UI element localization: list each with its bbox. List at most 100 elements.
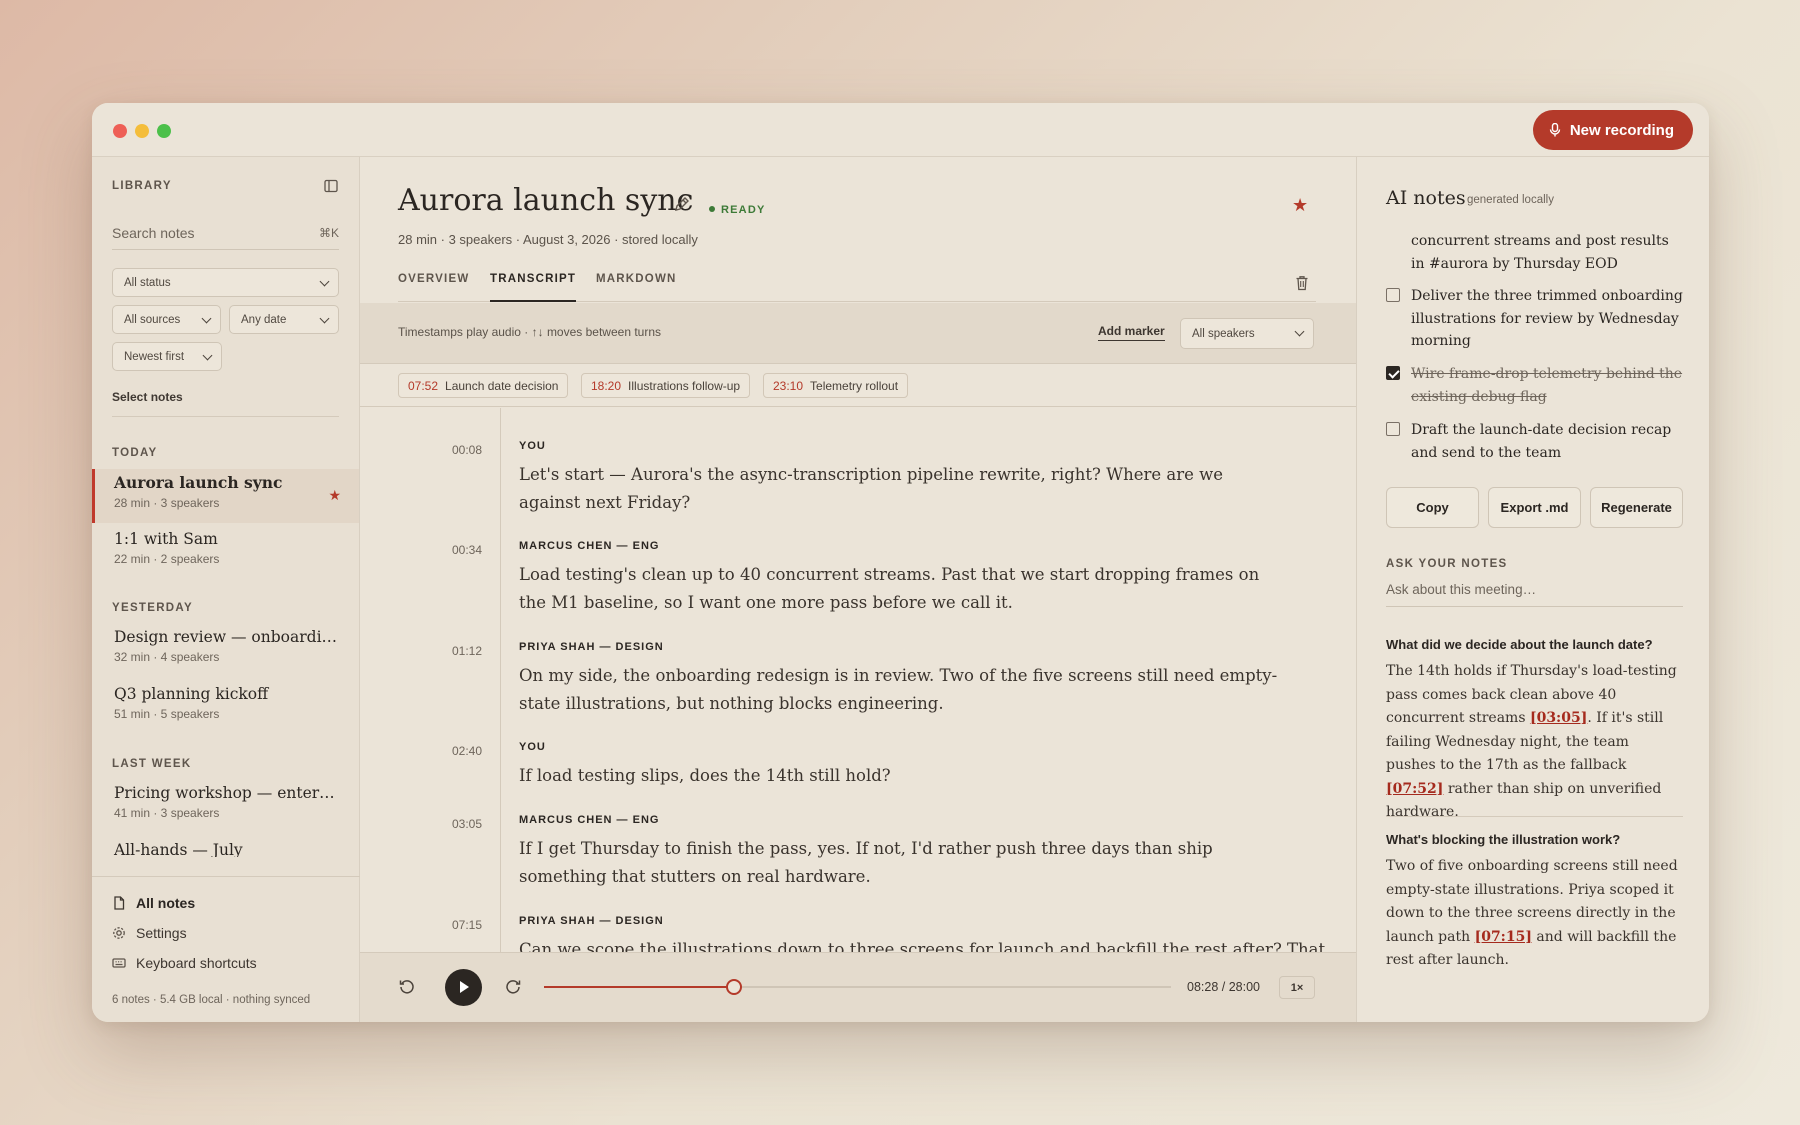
ask-notes-label: ASK YOUR NOTES — [1386, 558, 1508, 570]
status-filter-select[interactable]: All status — [112, 268, 339, 297]
group-label-today: TODAY — [112, 447, 158, 459]
note-title: All-hands — July — [114, 841, 243, 857]
citation-link[interactable]: [03:05] — [1530, 710, 1587, 726]
main-panel: Aurora launch sync READY ★ 28 min · 3 sp… — [360, 157, 1356, 1022]
page-title: Aurora launch sync — [398, 183, 694, 218]
sort-select[interactable]: Newest first — [112, 342, 222, 371]
close-window-button[interactable] — [113, 124, 127, 138]
turn-text: Can we scope the illustrations down to t… — [519, 940, 1326, 952]
turn-timestamp[interactable]: 00:08 — [430, 443, 482, 457]
scrubber-handle[interactable] — [725, 979, 742, 995]
note-meta: 32 min · 4 speakers — [114, 650, 220, 664]
marker-chip[interactable]: 07:52 Launch date decision — [398, 373, 569, 398]
turn-speaker: MARCUS CHEN — ENG — [519, 814, 660, 826]
note-title: Pricing workshop — enter… — [114, 784, 335, 802]
tab-transcript[interactable]: TRANSCRIPT — [490, 273, 577, 302]
action-item-text: Draft the launch-date decision recap and… — [1411, 422, 1672, 461]
turn-text: On my side, the onboarding redesign is i… — [519, 666, 1278, 713]
marker-time: 23:10 — [773, 378, 804, 393]
trash-icon[interactable] — [1295, 275, 1309, 291]
select-notes-button[interactable]: Select notes — [112, 390, 183, 404]
marker-label: Telemetry rollout — [810, 378, 899, 393]
action-item-checkbox[interactable] — [1386, 422, 1400, 436]
speaker-filter-value: All speakers — [1192, 327, 1255, 340]
note-title: Design review — onboardi… — [114, 628, 338, 646]
playback-scrubber[interactable] — [544, 979, 1171, 995]
sources-filter-select[interactable]: All sources — [112, 305, 221, 334]
microphone-icon — [1549, 123, 1561, 137]
citation-link[interactable]: [07:52] — [1386, 781, 1443, 797]
regenerate-button[interactable]: Regenerate — [1590, 487, 1683, 528]
keyboard-icon — [112, 958, 126, 968]
sources-filter-value: All sources — [124, 313, 181, 326]
qa-question: What's blocking the illustration work? — [1386, 832, 1621, 847]
date-filter-select[interactable]: Any date — [229, 305, 339, 334]
search-input[interactable]: Search notes ⌘K — [112, 217, 339, 250]
pencil-icon[interactable] — [673, 195, 691, 213]
turn-text: Let's start — Aurora's the async-transcr… — [519, 465, 1223, 512]
note-item-all-hands-july[interactable]: All-hands — July — [92, 837, 359, 857]
add-marker-button[interactable]: Add marker — [1098, 324, 1165, 341]
marker-time: 07:52 — [408, 378, 439, 393]
all-notes-link[interactable]: All notes — [112, 895, 195, 911]
storage-status: 6 notes · 5.4 GB local · nothing synced — [112, 994, 311, 1006]
playback-progress — [544, 986, 734, 988]
action-item-checkbox[interactable] — [1386, 288, 1400, 302]
keyboard-shortcuts-link[interactable]: Keyboard shortcuts — [112, 955, 257, 971]
zoom-window-button[interactable] — [157, 124, 171, 138]
recording-meta: 28 min · 3 speakers · August 3, 2026 · s… — [398, 232, 698, 247]
marker-chip[interactable]: 23:10 Telemetry rollout — [763, 373, 909, 398]
note-item-q3-planning-kickoff[interactable]: Q3 planning kickoff 51 min · 5 speakers — [92, 681, 359, 735]
new-recording-button[interactable]: New recording — [1532, 110, 1693, 150]
note-item-aurora-launch-sync[interactable]: Aurora launch sync 28 min · 3 speakers ★ — [92, 469, 359, 523]
audio-player: 08:28 / 28:00 1× — [360, 952, 1356, 1022]
star-icon: ★ — [328, 487, 341, 503]
note-meta: 22 min · 2 speakers — [114, 552, 220, 566]
transcript-toolbar: Timestamps play audio · ↑↓ moves between… — [360, 303, 1356, 364]
tab-bar: OVERVIEW TRANSCRIPT MARKDOWN — [398, 265, 1316, 302]
title-bar: New recording — [92, 103, 1709, 157]
turn-timestamp[interactable]: 00:34 — [430, 543, 482, 557]
ai-notes-title: AI notes — [1386, 187, 1466, 209]
document-icon — [114, 896, 125, 910]
ask-notes-input[interactable]: Ask about this meeting… — [1386, 577, 1683, 607]
search-shortcut: ⌘K — [318, 226, 339, 240]
all-notes-label: All notes — [136, 895, 196, 911]
speaker-filter-select[interactable]: All speakers — [1180, 318, 1314, 349]
export-md-button[interactable]: Export .md — [1488, 487, 1581, 528]
sidebar-toggle-icon[interactable] — [324, 179, 338, 193]
marker-time: 18:20 — [591, 378, 622, 393]
action-item-checkbox[interactable] — [1386, 366, 1400, 380]
note-item-design-review[interactable]: Design review — onboardi… 32 min · 4 spe… — [92, 624, 359, 678]
playback-speed-button[interactable]: 1× — [1279, 976, 1315, 999]
turn-timestamp[interactable]: 07:15 — [430, 918, 482, 932]
turn-timestamp[interactable]: 02:40 — [430, 744, 482, 758]
forward-icon[interactable] — [504, 978, 522, 996]
group-label-yesterday: YESTERDAY — [112, 602, 193, 614]
minimize-window-button[interactable] — [135, 124, 149, 138]
turn-timestamp[interactable]: 01:12 — [430, 644, 482, 658]
note-item-pricing-workshop[interactable]: Pricing workshop — enter… 41 min · 3 spe… — [92, 780, 359, 834]
action-item-text: concurrent streams and post results in #… — [1411, 233, 1669, 272]
note-item-1-1-with-sam[interactable]: 1:1 with Sam 22 min · 2 speakers — [92, 526, 359, 580]
turn-text: Load testing's clean up to 40 concurrent… — [519, 565, 1260, 612]
rewind-icon[interactable] — [398, 978, 416, 996]
copy-button[interactable]: Copy — [1386, 487, 1479, 528]
turn-speaker: PRIYA SHAH — DESIGN — [519, 641, 664, 653]
play-button[interactable] — [445, 969, 482, 1006]
tab-overview[interactable]: OVERVIEW — [398, 273, 469, 302]
marker-chip[interactable]: 18:20 Illustrations follow-up — [581, 373, 751, 398]
status-filter-value: All status — [124, 276, 171, 289]
divider — [112, 416, 339, 417]
library-label: LIBRARY — [112, 180, 172, 192]
marker-label: Illustrations follow-up — [628, 378, 741, 393]
turn-timestamp[interactable]: 03:05 — [430, 817, 482, 831]
settings-link[interactable]: Settings — [112, 925, 187, 941]
app-window: New recording LIBRARY Search notes ⌘K Al… — [92, 103, 1709, 1022]
tab-markdown[interactable]: MARKDOWN — [596, 273, 677, 302]
star-icon[interactable]: ★ — [1292, 195, 1308, 216]
turn-speaker: YOU — [519, 741, 546, 753]
citation-link[interactable]: [07:15] — [1475, 929, 1532, 945]
transcript-list: 00:08 YOU Let's start — Aurora's the asy… — [360, 408, 1356, 952]
playback-time: 08:28 / 28:00 — [1187, 980, 1260, 994]
